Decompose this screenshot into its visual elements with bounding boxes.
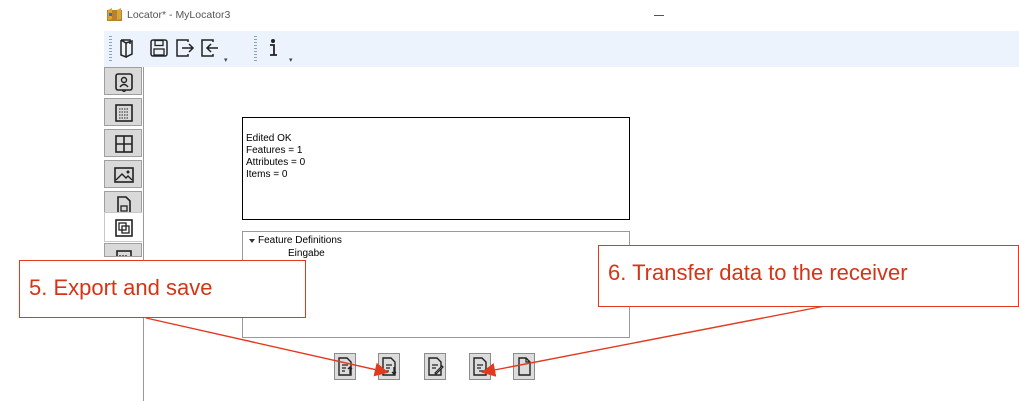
toolbar-overflow-chevron-icon[interactable]: ▾ xyxy=(224,56,228,64)
status-line: Edited OK xyxy=(246,133,292,144)
toolbar-grip-2[interactable] xyxy=(254,36,257,62)
import-icon[interactable] xyxy=(199,37,221,59)
callout-text: 6. Transfer data to the receiver xyxy=(608,260,908,285)
toolbar: ▾ ▾ xyxy=(104,31,1019,67)
title-bar: Locator* - MyLocator3 xyxy=(0,0,1019,30)
toolbar-grip[interactable] xyxy=(109,36,112,62)
document-import-button[interactable] xyxy=(334,353,356,380)
toolbar-overflow-chevron-icon-2[interactable]: ▾ xyxy=(289,56,293,64)
document-import-icon xyxy=(338,357,353,376)
sidebar-item-list[interactable] xyxy=(104,98,142,126)
sidebar-item-image[interactable] xyxy=(104,160,142,188)
status-line: Items = 0 xyxy=(246,169,288,180)
window-title: Locator* - MyLocator3 xyxy=(127,9,231,21)
callout-export-and-save: 5. Export and save xyxy=(19,260,306,318)
minimize-icon[interactable] xyxy=(648,4,672,24)
sidebar-item-features[interactable] xyxy=(104,212,142,242)
image-icon xyxy=(114,167,134,183)
document-export-button[interactable] xyxy=(378,353,400,380)
list-grid-icon xyxy=(115,104,133,122)
table-icon xyxy=(116,250,132,256)
tree-node-feature-definitions[interactable]: Feature Definitions xyxy=(258,235,342,246)
document-edit-button[interactable] xyxy=(424,353,446,380)
contact-card-icon xyxy=(115,73,133,92)
status-line: Attributes = 0 xyxy=(246,157,306,168)
status-line: Features = 1 xyxy=(246,145,303,156)
sidebar-divider xyxy=(143,67,144,401)
grid-icon xyxy=(115,135,133,153)
collapse-arrow-icon[interactable] xyxy=(249,239,255,243)
sidebar-item-contact[interactable] xyxy=(104,67,142,95)
document-transfer-icon xyxy=(473,357,488,376)
feature-layer-icon xyxy=(115,219,133,237)
document-edit-icon xyxy=(428,357,444,376)
locator-app-icon xyxy=(107,8,122,21)
tree-node-eingabe[interactable]: Eingabe xyxy=(288,248,325,259)
info-icon[interactable] xyxy=(263,37,285,59)
new-document-icon xyxy=(518,357,531,376)
document-transfer-button[interactable] xyxy=(469,353,491,380)
callout-text: 5. Export and save xyxy=(29,275,213,300)
document-export-icon xyxy=(382,357,397,376)
new-document-button[interactable] xyxy=(513,353,535,380)
callout-transfer-data: 6. Transfer data to the receiver xyxy=(598,245,1019,307)
save-icon[interactable] xyxy=(148,37,170,59)
export-icon[interactable] xyxy=(174,37,196,59)
status-panel: Edited OK Features = 1 Attributes = 0 It… xyxy=(242,117,630,220)
sidebar-item-table[interactable] xyxy=(104,243,142,257)
sidebar-item-grid[interactable] xyxy=(104,129,142,157)
open-file-icon[interactable] xyxy=(118,37,140,59)
